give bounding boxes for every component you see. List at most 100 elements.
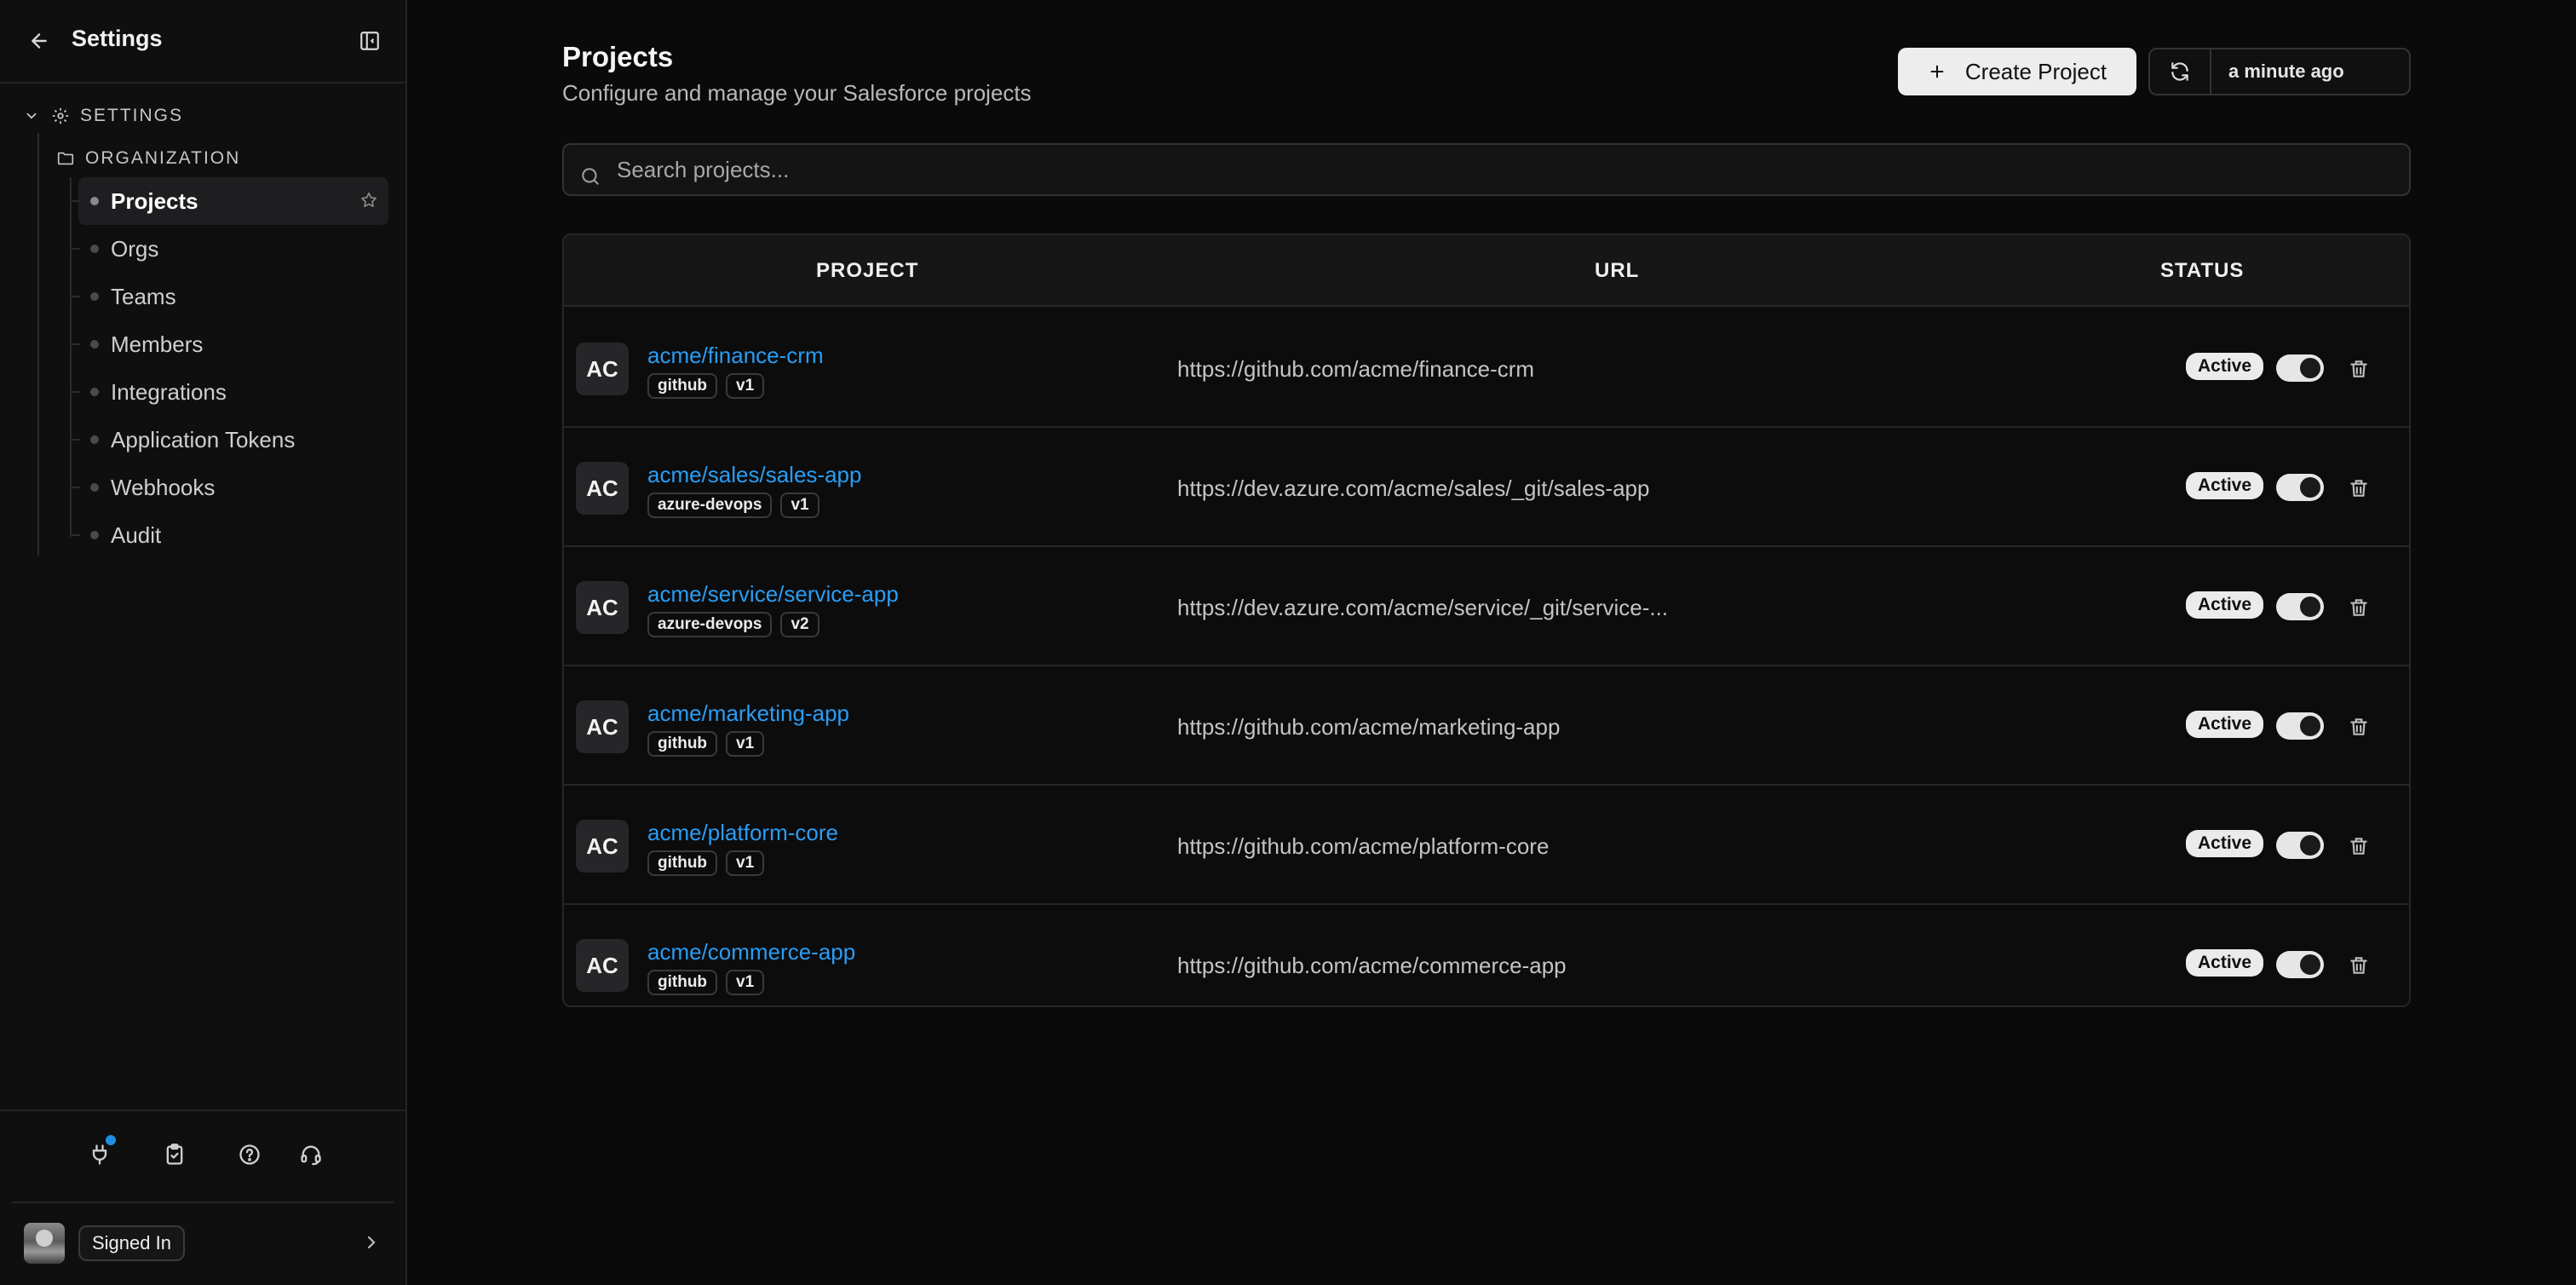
- project-tags: azure-devops v1: [647, 493, 828, 518]
- project-name-link[interactable]: acme/commerce-app: [647, 939, 855, 965]
- active-toggle[interactable]: [2276, 354, 2324, 382]
- sidebar-item-label: Members: [111, 331, 204, 357]
- sidebar-item-orgs[interactable]: Orgs: [70, 225, 388, 273]
- table-row: AC acme/finance-crm github v1 https://gi…: [564, 308, 2409, 428]
- trash-icon: [2350, 718, 2367, 735]
- project-tags: azure-devops v2: [647, 612, 828, 637]
- avatar: [24, 1223, 65, 1264]
- sidebar-item-integrations[interactable]: Integrations: [70, 368, 388, 416]
- connections-button[interactable]: [78, 1133, 121, 1176]
- delete-button[interactable]: [2344, 593, 2373, 622]
- help-button[interactable]: [228, 1133, 271, 1176]
- folder-icon: [57, 152, 74, 165]
- status-badge: Active: [2186, 472, 2264, 499]
- back-button[interactable]: [19, 20, 60, 61]
- delete-button[interactable]: [2344, 354, 2373, 383]
- project-name-link[interactable]: acme/service/service-app: [647, 581, 899, 608]
- bullet-icon: [90, 531, 99, 539]
- search-icon: [582, 168, 599, 185]
- tree-connector: [70, 487, 80, 488]
- sidebar-item-teams[interactable]: Teams: [70, 273, 388, 320]
- tree-group-settings[interactable]: SETTINGS: [24, 102, 183, 130]
- divider: [0, 1109, 405, 1111]
- tree-connector: [70, 248, 80, 250]
- project-avatar: AC: [576, 700, 629, 753]
- project-name-link[interactable]: acme/platform-core: [647, 820, 838, 846]
- active-toggle[interactable]: [2276, 593, 2324, 620]
- provider-badge: azure-devops: [647, 612, 773, 637]
- version-badge: v1: [726, 970, 765, 995]
- project-avatar: AC: [576, 820, 629, 873]
- user-menu[interactable]: Signed In: [24, 1220, 390, 1266]
- trash-icon: [2350, 480, 2367, 497]
- main-content: Projects Configure and manage your Sales…: [407, 0, 2576, 1285]
- bullet-icon: [90, 197, 99, 205]
- provider-badge: github: [647, 373, 718, 399]
- project-name-link[interactable]: acme/sales/sales-app: [647, 462, 861, 488]
- delete-button[interactable]: [2344, 474, 2373, 503]
- status-badge: Active: [2186, 711, 2264, 738]
- active-toggle[interactable]: [2276, 712, 2324, 740]
- sidebar-header: Settings: [0, 0, 405, 84]
- sidebar-item-label: Application Tokens: [111, 426, 296, 452]
- bullet-icon: [90, 388, 99, 396]
- sidebar-item-application-tokens[interactable]: Application Tokens: [70, 416, 388, 464]
- project-url: https://dev.azure.com/acme/sales/_git/sa…: [1177, 475, 1650, 501]
- delete-button[interactable]: [2344, 951, 2373, 980]
- sidebar-item-webhooks[interactable]: Webhooks: [70, 464, 388, 511]
- bullet-icon: [90, 292, 99, 301]
- table-row: AC acme/service/service-app azure-devops…: [564, 547, 2409, 666]
- sidebar-item-audit[interactable]: Audit: [70, 511, 388, 559]
- project-avatar: AC: [576, 343, 629, 395]
- search-input[interactable]: [617, 145, 2397, 194]
- status-badge: Active: [2186, 830, 2264, 857]
- projects-table: PROJECT URL STATUS AC acme/finance-crm g…: [562, 233, 2411, 1007]
- project-tags: github v1: [647, 850, 773, 876]
- delete-button[interactable]: [2344, 712, 2373, 741]
- provider-badge: github: [647, 731, 718, 757]
- refresh-button[interactable]: [2150, 49, 2211, 94]
- version-badge: v1: [780, 493, 819, 518]
- bullet-icon: [90, 340, 99, 349]
- tasks-button[interactable]: [153, 1133, 196, 1176]
- tree-connector: [70, 296, 80, 297]
- delete-button[interactable]: [2344, 832, 2373, 861]
- column-header-url: URL: [1595, 259, 1640, 282]
- app-window: Settings SETTINGS ORGANIZATION Projects: [0, 0, 2576, 1285]
- project-avatar: AC: [576, 581, 629, 634]
- status-badge: Active: [2186, 591, 2264, 619]
- tree-connector: [70, 534, 80, 536]
- project-name-link[interactable]: acme/marketing-app: [647, 700, 849, 727]
- plus-icon: [1930, 65, 1944, 78]
- tree-group-organization[interactable]: ORGANIZATION: [56, 145, 240, 172]
- notification-dot: [106, 1135, 116, 1145]
- create-project-button[interactable]: Create Project: [1898, 48, 2136, 95]
- page-subtitle: Configure and manage your Salesforce pro…: [562, 80, 1032, 106]
- trash-icon: [2350, 599, 2367, 616]
- version-badge: v2: [780, 612, 819, 637]
- tree-group-label: ORGANIZATION: [85, 148, 241, 168]
- sidebar-item-projects[interactable]: Projects: [70, 177, 388, 225]
- collapse-sidebar-button[interactable]: [349, 20, 390, 61]
- trash-icon: [2350, 838, 2367, 855]
- sidebar-item-label: Audit: [111, 521, 162, 548]
- refresh-icon: [2171, 62, 2188, 81]
- sidebar-title: Settings: [72, 26, 163, 51]
- project-name-link[interactable]: acme/finance-crm: [647, 343, 824, 369]
- active-toggle[interactable]: [2276, 832, 2324, 859]
- refresh-control: a minute ago: [2148, 48, 2411, 95]
- support-button[interactable]: [290, 1133, 332, 1176]
- table-row: AC acme/commerce-app github v1 https://g…: [564, 905, 2409, 1006]
- chevron-down-icon: [26, 112, 37, 119]
- clipboard-check-icon: [166, 1144, 183, 1165]
- sidebar-item-members[interactable]: Members: [70, 320, 388, 368]
- project-tags: github v1: [647, 970, 773, 995]
- project-avatar: AC: [576, 939, 629, 992]
- active-toggle[interactable]: [2276, 474, 2324, 501]
- sidebar-item-label: Projects: [111, 187, 198, 214]
- project-url: https://github.com/acme/platform-core: [1177, 833, 1550, 859]
- star-icon[interactable]: [359, 191, 378, 210]
- active-toggle[interactable]: [2276, 951, 2324, 978]
- table-row: AC acme/sales/sales-app azure-devops v1 …: [564, 428, 2409, 547]
- create-project-label: Create Project: [1964, 58, 2107, 84]
